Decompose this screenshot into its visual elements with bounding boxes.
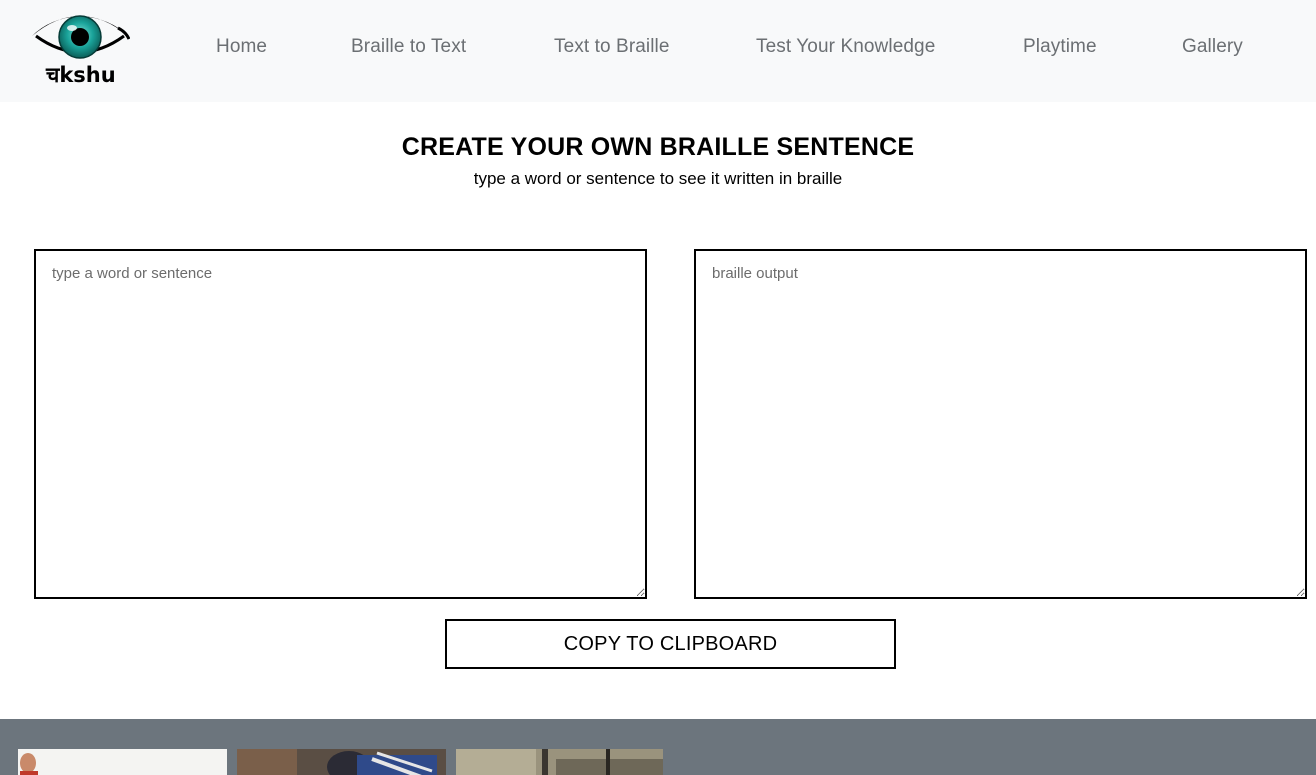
page-subtitle: type a word or sentence to see it writte… [473, 169, 843, 188]
text-input[interactable] [34, 249, 647, 599]
nav-gallery[interactable]: Gallery [1182, 36, 1243, 58]
nav-playtime[interactable]: Playtime [1023, 36, 1097, 58]
brand-logo[interactable]: चkshu [30, 6, 130, 88]
photo-image [456, 749, 663, 775]
gallery-thumbnail[interactable] [456, 749, 663, 775]
photo-image [18, 749, 227, 775]
navbar: चkshu Home Braille to Text Text to Brail… [0, 0, 1316, 102]
nav-home[interactable]: Home [216, 36, 267, 58]
copy-to-clipboard-button[interactable]: COPY TO CLIPBOARD [445, 619, 896, 669]
braille-output[interactable] [694, 249, 1307, 599]
page-title: CREATE YOUR OWN BRAILLE SENTENCE [401, 133, 915, 161]
photo-image [237, 749, 446, 775]
nav-test-your-knowledge[interactable]: Test Your Knowledge [756, 36, 935, 58]
footer-gallery [0, 719, 1316, 775]
nav-text-to-braille[interactable]: Text to Braille [554, 36, 670, 58]
gallery-thumbnail[interactable] [237, 749, 446, 775]
nav-braille-to-text[interactable]: Braille to Text [351, 36, 466, 58]
logo-text: चkshu [45, 63, 116, 87]
eye-icon: चkshu [32, 15, 130, 87]
gallery-thumbnail[interactable] [18, 749, 227, 775]
